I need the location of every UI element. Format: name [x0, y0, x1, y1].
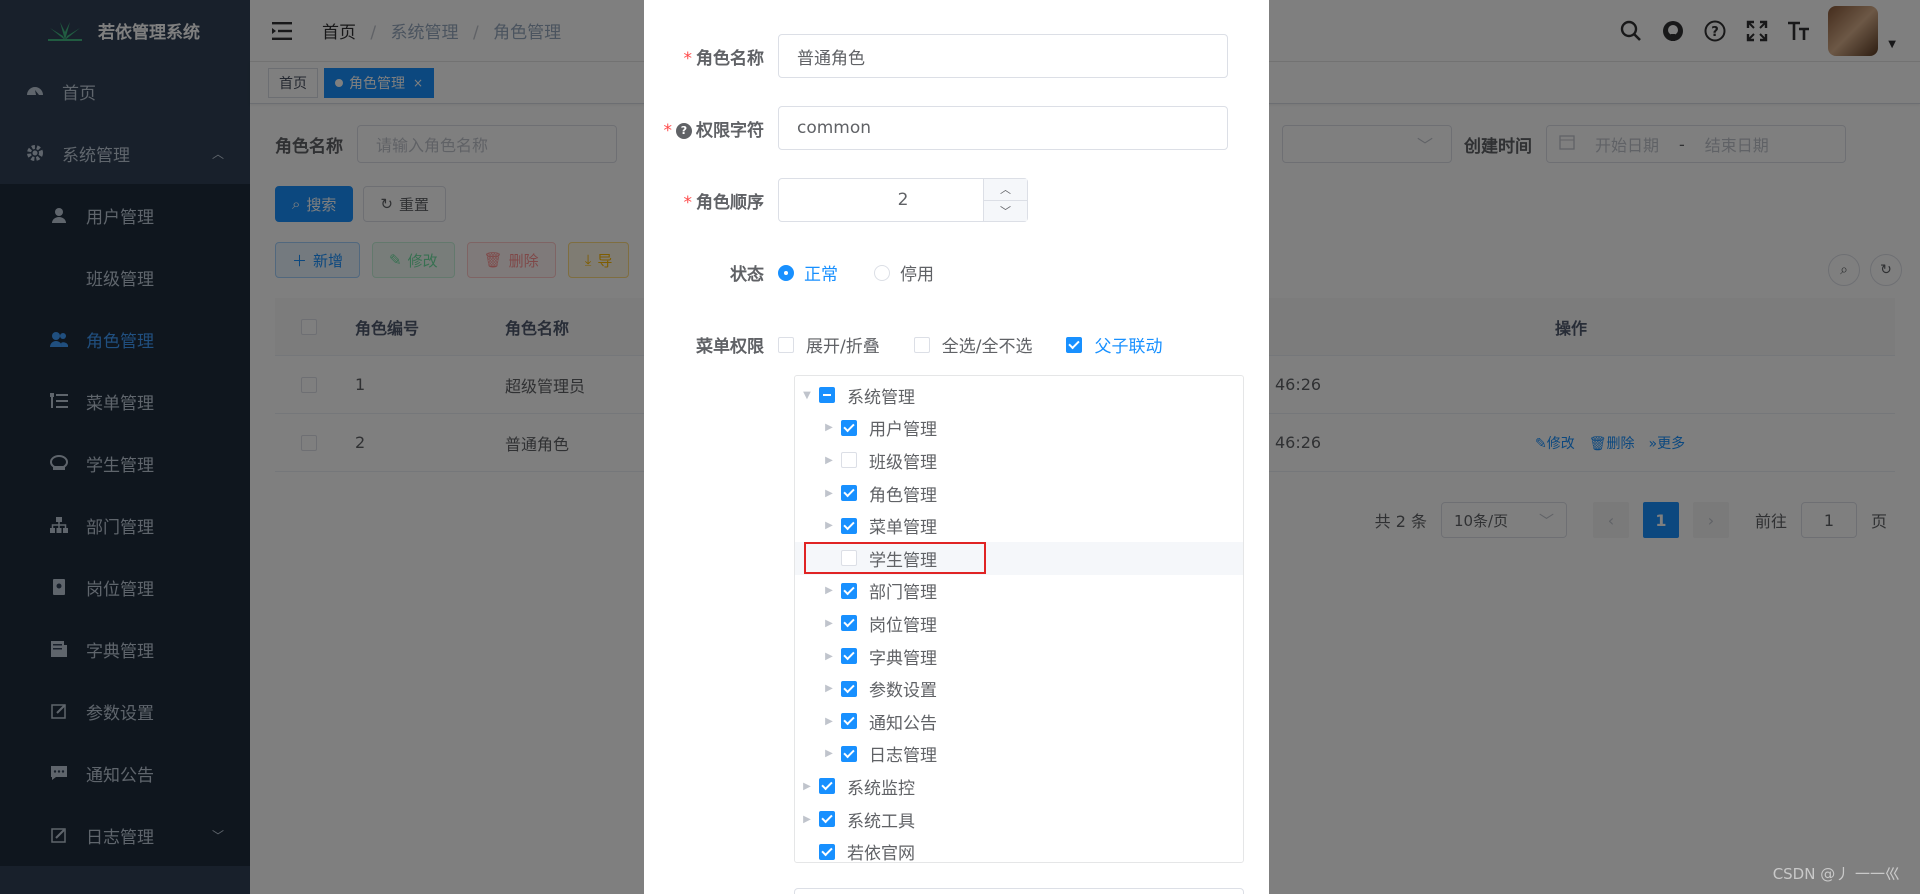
tree-node-label: 若依官网 [847, 844, 915, 865]
status-normal-radio[interactable]: 正常 [778, 260, 838, 285]
linkage-checkbox[interactable]: 父子联动 [1066, 332, 1162, 357]
caret-right-icon[interactable]: ▶ [817, 520, 841, 531]
caret-right-icon[interactable]: ▶ [817, 748, 841, 759]
tree-checkbox[interactable] [841, 615, 857, 632]
decrease-icon[interactable]: ﹀ [984, 201, 1027, 222]
order-value: 2 [897, 190, 909, 210]
menu-perm-label: 菜单权限 [696, 337, 764, 357]
status-disabled-radio[interactable]: 停用 [874, 260, 934, 285]
checkbox-box [778, 336, 794, 353]
tree-checkbox[interactable] [841, 745, 857, 762]
caret-right-icon[interactable]: ▶ [817, 716, 841, 727]
menu-tree: ▼ 系统管理 ▶ 用户管理 ▶ 班级管理 ▶ 角色管理 ▶ 菜单管理 学生管理 ▶ 部门管理 ▶ 岗位管理 ▶… [794, 375, 1244, 864]
tree-node[interactable]: ▼ 系统管理 [795, 379, 1243, 412]
tree-node-label: 角色管理 [869, 485, 937, 506]
tree-node-label: 通知公告 [869, 713, 937, 734]
tree-node[interactable]: ▶ 系统工具 [795, 803, 1243, 836]
caret-right-icon[interactable]: ▶ [817, 422, 841, 433]
checkbox-box [913, 336, 930, 353]
caret-right-icon[interactable]: ▶ [817, 683, 841, 694]
status-disabled-label: 停用 [900, 265, 934, 285]
highlight-box [804, 541, 986, 574]
tree-node-label: 字典管理 [869, 648, 937, 669]
tree-node-label: 日志管理 [869, 746, 937, 767]
caret-right-icon[interactable]: ▶ [795, 814, 819, 825]
caret-right-icon[interactable]: ▶ [817, 488, 841, 499]
tree-node-label: 系统监控 [847, 778, 915, 799]
tree-checkbox[interactable] [841, 517, 857, 534]
caret-right-icon[interactable]: ▶ [817, 618, 841, 629]
status-label: 状态 [730, 265, 764, 285]
caret-right-icon[interactable]: ▶ [817, 651, 841, 662]
tree-node[interactable]: ▶ 菜单管理 [795, 509, 1243, 542]
tree-checkbox[interactable] [841, 648, 857, 665]
tree-node-label: 岗位管理 [869, 615, 937, 636]
form-row-status: 状态 正常 停用 [644, 260, 970, 285]
caret-down-icon[interactable]: ▼ [795, 390, 819, 401]
role-name-field[interactable]: 普通角色 [778, 34, 1228, 78]
radio-dot [874, 264, 890, 281]
tree-checkbox[interactable] [819, 843, 835, 860]
form-row-perm: *? 权限字符 common [644, 106, 1228, 150]
caret-right-icon[interactable]: ▶ [795, 781, 819, 792]
tree-node[interactable]: ▶ 日志管理 [795, 738, 1243, 771]
caret-right-icon[interactable]: ▶ [817, 585, 841, 596]
tree-node-label: 系统工具 [847, 811, 915, 832]
form-row-order: * 角色顺序 2 ︿ ﹀ [644, 178, 1028, 222]
role-dialog: * 角色名称 普通角色 *? 权限字符 common * 角色顺序 2 ︿ ﹀ 状态 … [644, 0, 1269, 894]
tree-node[interactable]: ▶ 参数设置 [795, 672, 1243, 705]
tree-node-label: 参数设置 [869, 681, 937, 702]
tree-checkbox[interactable] [841, 713, 857, 730]
tree-node[interactable]: ▶ 用户管理 [795, 412, 1243, 445]
expand-label: 展开/折叠 [806, 337, 880, 357]
order-stepper[interactable]: 2 ︿ ﹀ [778, 178, 1028, 222]
radio-dot [778, 264, 794, 281]
tree-node[interactable]: ▶ 系统监控 [795, 770, 1243, 803]
stepper-controls: ︿ ﹀ [983, 179, 1027, 221]
tree-node-label: 系统管理 [847, 387, 915, 408]
select-all-label: 全选/全不选 [941, 337, 1033, 357]
tree-node[interactable]: 若依官网 [795, 835, 1243, 868]
perm-label-text: 权限字符 [696, 120, 764, 141]
tree-node[interactable]: ▶ 通知公告 [795, 705, 1243, 738]
caret-right-icon[interactable]: ▶ [817, 455, 841, 466]
order-label: * 角色顺序 [683, 192, 765, 213]
tree-checkbox[interactable] [841, 582, 857, 599]
role-name-label: * 角色名称 [683, 48, 765, 69]
order-label-text: 角色顺序 [696, 192, 764, 213]
tree-node-label: 班级管理 [869, 452, 937, 473]
tree-node[interactable]: ▶ 岗位管理 [795, 607, 1243, 640]
role-name-label-text: 角色名称 [696, 48, 764, 69]
tree-checkbox[interactable] [819, 778, 835, 795]
increase-icon[interactable]: ︿ [984, 179, 1027, 201]
question-icon[interactable]: ? [676, 122, 692, 139]
tree-checkbox[interactable] [841, 419, 857, 436]
tree-node[interactable]: 学生管理 [795, 541, 1243, 575]
select-all-checkbox[interactable]: 全选/全不选 [913, 332, 1033, 357]
remark-field[interactable] [794, 888, 1244, 894]
tree-checkbox[interactable] [841, 452, 857, 469]
tree-checkbox[interactable] [819, 811, 835, 828]
tree-node-label: 部门管理 [869, 583, 937, 604]
expand-checkbox[interactable]: 展开/折叠 [778, 332, 880, 357]
tree-node-label: 用户管理 [869, 420, 937, 441]
status-normal-label: 正常 [804, 265, 838, 285]
tree-node-label: 菜单管理 [869, 518, 937, 539]
tree-node[interactable]: ▶ 角色管理 [795, 477, 1243, 510]
perm-label: *? 权限字符 [663, 120, 765, 141]
form-row-role-name: * 角色名称 普通角色 [644, 34, 1228, 78]
tree-node[interactable]: ▶ 部门管理 [795, 575, 1243, 608]
tree-checkbox[interactable] [841, 680, 857, 697]
tree-checkbox[interactable] [841, 485, 857, 502]
checkbox-box [1066, 336, 1083, 353]
perm-field[interactable]: common [778, 106, 1228, 150]
form-row-menu: 菜单权限 展开/折叠 全选/全不选 父子联动 [644, 332, 1196, 357]
watermark: CSDN @丿 一一巛 [1772, 865, 1900, 883]
linkage-label: 父子联动 [1094, 337, 1163, 357]
tree-node[interactable]: ▶ 班级管理 [795, 444, 1243, 477]
tree-node[interactable]: ▶ 字典管理 [795, 640, 1243, 673]
tree-checkbox[interactable] [819, 387, 835, 404]
